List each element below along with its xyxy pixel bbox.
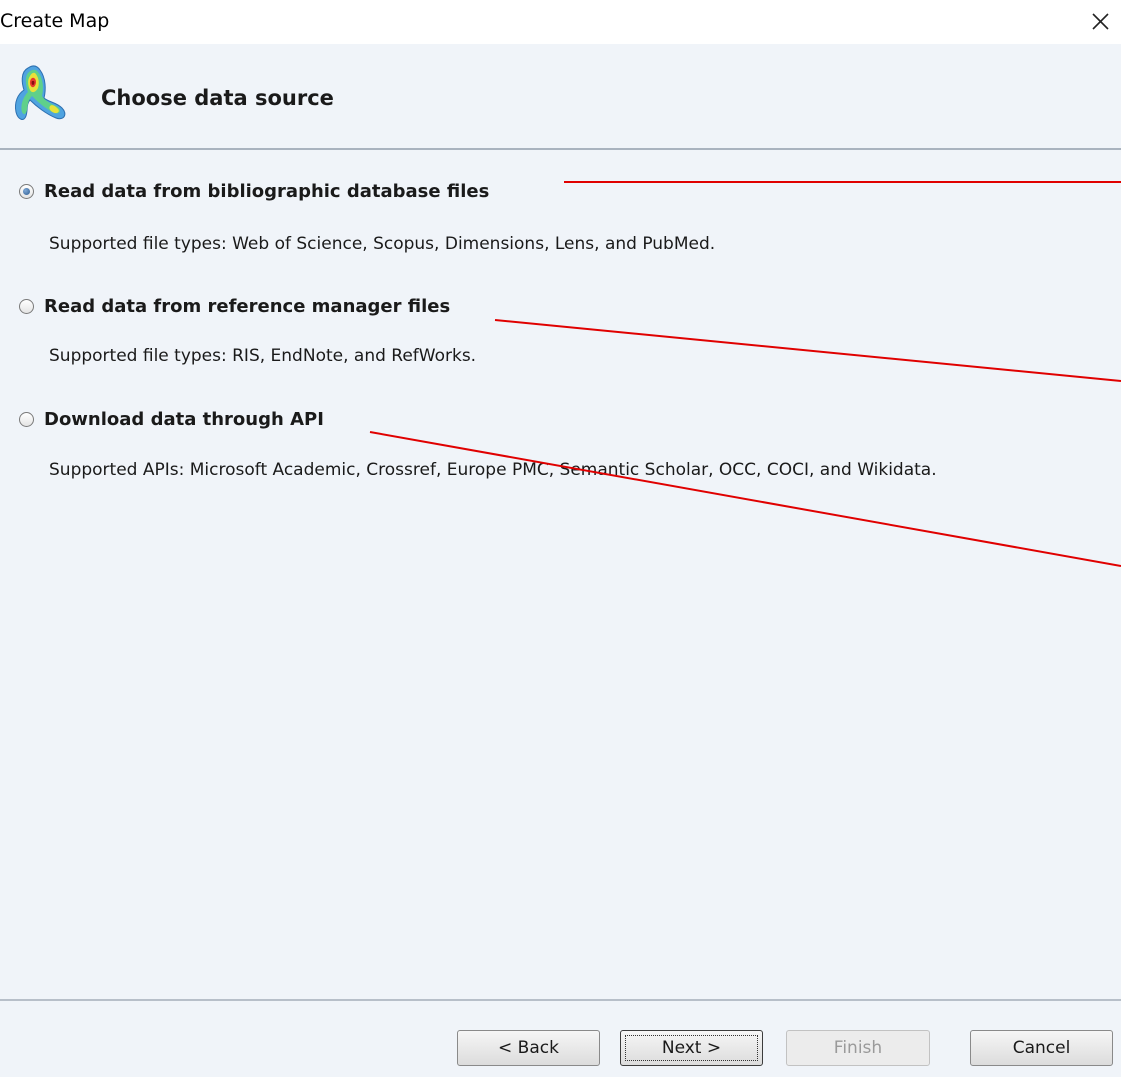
option-bibliographic-database[interactable]: Read data from bibliographic database fi… (19, 181, 489, 202)
options-panel: Read data from bibliographic database fi… (0, 150, 1121, 1000)
option-download-api[interactable]: Download data through API (19, 409, 324, 430)
next-button[interactable]: Next > (620, 1030, 763, 1066)
radio-bibliographic-database[interactable] (19, 184, 34, 199)
page-title: Choose data source (101, 86, 334, 110)
title-bar: Create Map (0, 0, 1121, 44)
radio-reference-manager[interactable] (19, 299, 34, 314)
option-description: Supported APIs: Microsoft Academic, Cros… (49, 460, 937, 480)
option-label: Read data from reference manager files (44, 296, 451, 317)
back-button[interactable]: < Back (457, 1030, 600, 1066)
close-button[interactable] (1083, 4, 1117, 38)
option-description: Supported file types: Web of Science, Sc… (49, 234, 716, 254)
option-description: Supported file types: RIS, EndNote, and … (49, 346, 477, 366)
vosviewer-density-logo-icon (15, 65, 66, 120)
option-label: Download data through API (44, 409, 324, 430)
wizard-header: Choose data source (0, 44, 1121, 148)
button-bar: < Back Next > Finish Cancel (0, 1001, 1121, 1077)
option-reference-manager[interactable]: Read data from reference manager files (19, 296, 450, 317)
radio-download-api[interactable] (19, 412, 34, 427)
cancel-button[interactable]: Cancel (970, 1030, 1113, 1066)
finish-button[interactable]: Finish (786, 1030, 930, 1066)
option-label: Read data from bibliographic database fi… (44, 181, 490, 202)
close-icon (1092, 13, 1109, 30)
window-title: Create Map (0, 10, 110, 32)
next-button-label: Next > (661, 1038, 722, 1058)
